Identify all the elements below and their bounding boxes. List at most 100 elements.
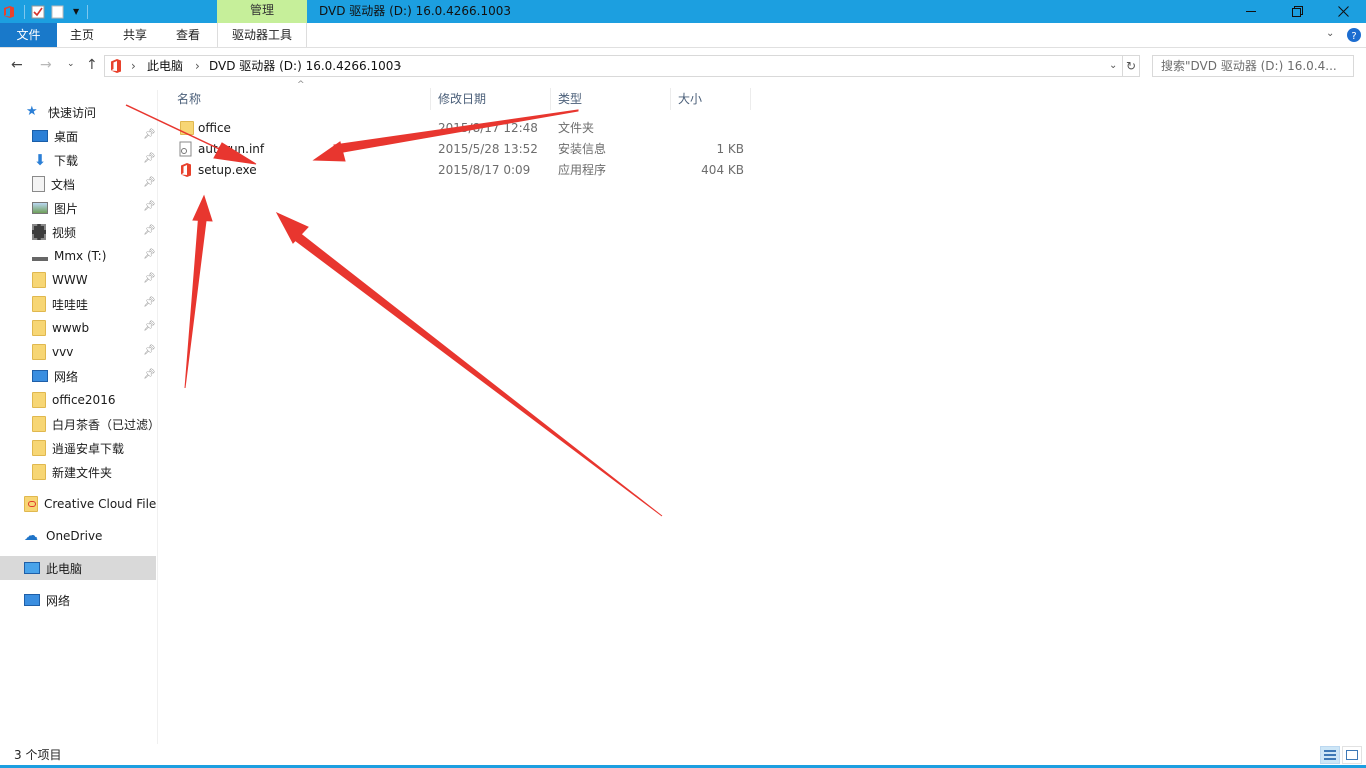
search-input[interactable]: 搜索"DVD 驱动器 (D:) 16.0.4...: [1152, 55, 1354, 77]
properties-icon[interactable]: [31, 5, 45, 19]
pin-icon[interactable]: 📌︎: [143, 225, 156, 236]
nav-item-xiaoyao[interactable]: 逍遥安卓下载: [0, 436, 156, 460]
new-folder-icon[interactable]: [51, 5, 65, 19]
nav-label: 网络: [54, 369, 79, 384]
nav-item-videos[interactable]: 视频 📌︎: [0, 220, 156, 244]
pin-icon[interactable]: 📌︎: [143, 249, 156, 260]
back-icon[interactable]: ←: [11, 57, 23, 73]
nav-item-drive-t[interactable]: Mmx (T:) 📌︎: [0, 244, 156, 268]
drive-icon: [32, 248, 48, 264]
ribbon-tabs: 文件 主页 共享 查看 驱动器工具 ⌄ ?: [0, 23, 1366, 48]
help-icon[interactable]: ?: [1347, 28, 1361, 42]
title-bar: ▼ 管理 DVD 驱动器 (D:) 16.0.4266.1003: [0, 0, 1366, 23]
up-icon[interactable]: ↑: [86, 57, 98, 73]
file-row[interactable]: autorun.inf 2015/5/28 13:52 安装信息 1 KB: [170, 139, 750, 160]
nav-label: vvv: [52, 345, 74, 359]
file-size: 1 KB: [716, 142, 744, 156]
nav-item-wwwb[interactable]: wwwb 📌︎: [0, 316, 156, 340]
pin-icon[interactable]: 📌︎: [143, 321, 156, 332]
nav-network[interactable]: 网络: [0, 588, 156, 612]
nav-this-pc[interactable]: 此电脑: [0, 556, 156, 580]
address-dropdown-icon[interactable]: ⌄: [1109, 58, 1117, 74]
nav-quick-access[interactable]: ★ 快速访问: [0, 100, 156, 124]
details-view-button[interactable]: [1320, 746, 1340, 764]
nav-label: Mmx (T:): [54, 249, 107, 263]
item-count: 3 个项目: [14, 748, 62, 762]
nav-item-network-pinned[interactable]: 网络 📌︎: [0, 364, 156, 388]
nav-label: 白月茶香（已过滤）: [52, 417, 156, 432]
toolbar-separator: [24, 4, 25, 19]
column-header-type[interactable]: 类型: [552, 88, 671, 110]
file-row[interactable]: office 2015/8/17 12:48 文件夹: [170, 118, 750, 139]
nav-item-vvv[interactable]: vvv 📌︎: [0, 340, 156, 364]
tab-drive-tools[interactable]: 驱动器工具: [217, 23, 307, 47]
nav-label: 此电脑: [46, 561, 83, 576]
breadcrumb-separator-icon[interactable]: ›: [195, 58, 200, 74]
toolbar-separator: [87, 4, 89, 19]
folder-icon: [32, 464, 46, 480]
file-type: 文件夹: [558, 121, 595, 135]
close-icon: [1337, 6, 1349, 17]
nav-onedrive[interactable]: ☁ OneDrive: [0, 524, 156, 548]
svg-text:?: ?: [1351, 31, 1356, 42]
file-row[interactable]: setup.exe 2015/8/17 0:09 应用程序 404 KB: [170, 160, 750, 181]
column-header-modified[interactable]: 修改日期: [432, 88, 551, 110]
tab-share[interactable]: 共享: [110, 23, 160, 47]
desktop-icon: [32, 130, 48, 142]
nav-item-downloads[interactable]: ⬇ 下载 📌︎: [0, 148, 156, 172]
file-modified: 2015/8/17 12:48: [438, 121, 538, 135]
pin-icon[interactable]: 📌︎: [143, 153, 156, 164]
pin-icon[interactable]: 📌︎: [143, 273, 156, 284]
tab-home[interactable]: 主页: [57, 23, 107, 47]
breadcrumb-separator-icon[interactable]: ›: [397, 58, 402, 74]
forward-icon[interactable]: →: [40, 57, 52, 73]
folder-icon: [32, 320, 46, 336]
nav-item-pictures[interactable]: 图片 📌︎: [0, 196, 156, 220]
nav-item-office2016[interactable]: office2016: [0, 388, 156, 412]
tab-view[interactable]: 查看: [163, 23, 213, 47]
restore-button[interactable]: [1274, 0, 1320, 23]
breadcrumb-dvd-drive[interactable]: DVD 驱动器 (D:) 16.0.4266.1003: [209, 58, 401, 74]
address-bar[interactable]: › 此电脑 › DVD 驱动器 (D:) 16.0.4266.1003 › ⌄ …: [104, 55, 1140, 77]
large-icons-view-button[interactable]: [1342, 746, 1362, 764]
breadcrumb-this-pc[interactable]: 此电脑: [147, 58, 183, 74]
computer-icon: [24, 562, 40, 574]
ribbon-expand-icon[interactable]: ⌄: [1326, 28, 1334, 39]
nav-creative-cloud[interactable]: Creative Cloud Files: [0, 492, 156, 516]
close-button[interactable]: [1320, 0, 1366, 23]
tab-file[interactable]: 文件: [0, 23, 57, 47]
recent-locations-icon[interactable]: ⌄: [67, 59, 75, 69]
file-type: 安装信息: [558, 142, 607, 156]
office-logo-icon: [4, 5, 14, 18]
file-name: office: [198, 121, 231, 135]
column-header-name[interactable]: 名称: [171, 88, 431, 110]
pin-icon[interactable]: 📌︎: [143, 369, 156, 380]
videos-icon: [32, 224, 46, 240]
breadcrumb-separator-icon[interactable]: ›: [131, 58, 136, 74]
nav-item-baiyue[interactable]: 白月茶香（已过滤）: [0, 412, 156, 436]
nav-item-www[interactable]: WWW 📌︎: [0, 268, 156, 292]
customize-toolbar-icon[interactable]: ▼: [73, 7, 79, 16]
pin-icon[interactable]: 📌︎: [143, 201, 156, 212]
contextual-tab-manage[interactable]: 管理: [217, 0, 307, 23]
nav-label: 下载: [54, 153, 79, 168]
pin-icon[interactable]: 📌︎: [143, 297, 156, 308]
annotation-arrow: [184, 194, 213, 389]
file-name: autorun.inf: [198, 142, 265, 156]
pin-icon[interactable]: 📌︎: [143, 129, 156, 140]
pin-icon[interactable]: 📌︎: [143, 345, 156, 356]
column-header-size[interactable]: 大小: [672, 88, 751, 110]
nav-label: OneDrive: [46, 529, 103, 543]
nav-item-wawawa[interactable]: 哇哇哇 📌︎: [0, 292, 156, 316]
nav-item-desktop[interactable]: 桌面 📌︎: [0, 124, 156, 148]
refresh-icon[interactable]: ↻: [1126, 58, 1136, 74]
nav-item-new-folder[interactable]: 新建文件夹: [0, 460, 156, 484]
nav-item-documents[interactable]: 文档 📌︎: [0, 172, 156, 196]
pictures-icon: [32, 202, 48, 214]
nav-label: Creative Cloud Files: [44, 497, 156, 511]
pin-icon[interactable]: 📌︎: [143, 177, 156, 188]
folder-icon: [32, 272, 46, 288]
nav-label: 网络: [46, 593, 71, 608]
large-icons-view-icon: [1346, 750, 1358, 760]
minimize-button[interactable]: [1228, 0, 1274, 23]
